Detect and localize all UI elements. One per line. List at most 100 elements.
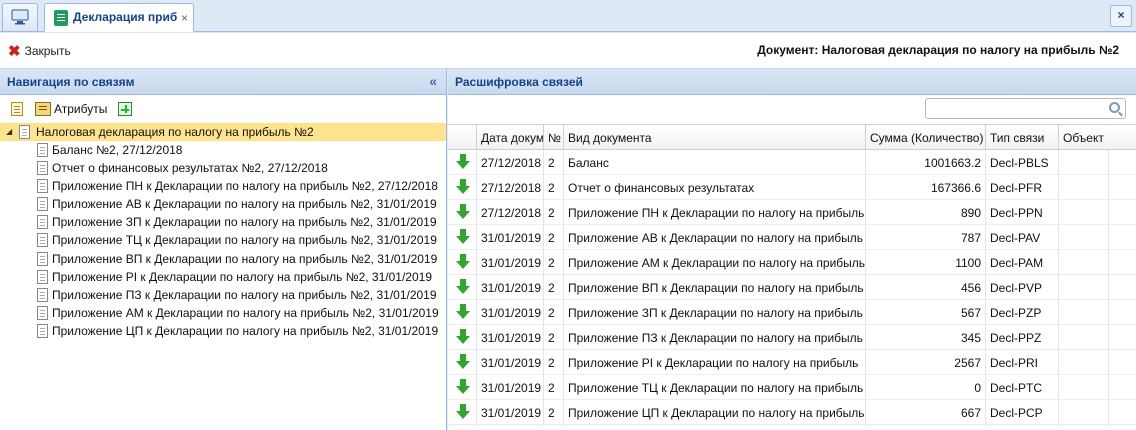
column-header-doc-type[interactable]: Вид документа [563,125,865,150]
table-row[interactable]: 31/01/2019 2 Приложение АВ к Декларации по… [448,225,1136,250]
download-arrow-icon[interactable] [456,379,470,395]
attributes-button[interactable]: Атрибуты [35,101,107,117]
cell-object [1058,150,1108,175]
column-header-link-type[interactable]: Тип связи [985,125,1058,150]
tree-root[interactable]: ◢ Налоговая декларация по налогу на приб… [0,123,446,141]
row-action[interactable] [448,175,476,200]
table-row[interactable]: 31/01/2019 2 Приложение АМ к Декларации по… [448,250,1136,275]
tree-item[interactable]: Отчет о финансовых результатах №2, 27/12… [0,159,446,177]
row-action[interactable] [448,375,476,400]
open-document-button[interactable] [11,101,23,117]
tab-home[interactable] [2,3,38,31]
table-row[interactable]: 31/01/2019 2 Приложение ЗП к Декларации по… [448,300,1136,325]
row-action[interactable] [448,200,476,225]
attributes-icon [35,102,51,116]
cell-object [1058,200,1108,225]
table-row[interactable]: 27/12/2018 2 Отчет о финансовых результата… [448,175,1136,200]
column-header-object[interactable]: Объект [1058,125,1108,150]
table-row[interactable]: 31/01/2019 2 Приложение ТЦ к Декларации по… [448,375,1136,400]
cell-date: 31/01/2019 [476,275,543,300]
cell-doc-type: Приложение ЦП к Декларации по налогу на … [563,400,865,425]
file-icon [37,323,48,338]
download-arrow-icon[interactable] [456,154,470,170]
download-arrow-icon[interactable] [456,304,470,320]
cell-doc-type: Баланс [563,150,865,175]
tree-item[interactable]: Приложение PI к Декларации по налогу на … [0,268,446,286]
table-row[interactable]: 31/01/2019 2 Приложение PI к Декларации по… [448,350,1136,375]
tree-item[interactable]: Баланс №2, 27/12/2018 [0,141,446,159]
cell-number: 2 [543,200,563,225]
toolbar: ✖ Закрыть Документ: Налоговая декларация… [0,33,1136,69]
tree-root-label: Налоговая декларация по налогу на прибыл… [36,125,314,139]
cell-object [1058,250,1108,275]
expand-arrow-icon[interactable]: ◢ [6,127,12,136]
tree-item[interactable]: Приложение ПЗ к Декларации по налогу на … [0,286,446,304]
cell-sum: 167366.6 [865,175,985,200]
search-input[interactable] [925,98,1126,119]
table-row[interactable]: 31/01/2019 2 Приложение ЦП к Декларации по… [448,400,1136,425]
row-action[interactable] [448,250,476,275]
cell-doc-type: Приложение ПЗ к Декларации по налогу на … [563,325,865,350]
document-title: Документ: Налоговая декларация по налогу… [757,43,1119,57]
document-icon [54,10,68,26]
close-button[interactable]: ✖ Закрыть [8,42,71,60]
cell-date: 31/01/2019 [476,250,543,275]
tree-item[interactable]: Приложение АМ к Декларации по налогу на … [0,304,446,322]
table-row[interactable]: 31/01/2019 2 Приложение ПЗ к Декларации по… [448,325,1136,350]
download-arrow-icon[interactable] [456,229,470,245]
cell-link-type: Decl-PAM [985,250,1058,275]
cell-number: 2 [543,175,563,200]
download-arrow-icon[interactable] [456,204,470,220]
column-header-date[interactable]: Дата докум [476,125,543,150]
tree-item-label: Приложение АМ к Декларации по налогу на … [52,305,439,320]
cell-link-type: Decl-PVP [985,275,1058,300]
tree-item[interactable]: Приложение ВП к Декларации по налогу на … [0,250,446,268]
cell-doc-type: Приложение ЗП к Декларации по налогу на … [563,300,865,325]
relations-panel: Расшифровка связей Дата докум № Вид доку… [448,69,1136,430]
cell-link-type: Decl-PPZ [985,325,1058,350]
tab-close-icon[interactable]: × [181,11,188,25]
column-header-number[interactable]: № [543,125,563,150]
tree-item[interactable]: Приложение ТЦ к Декларации по налогу на … [0,231,446,249]
tree-item[interactable]: Приложение ПН к Декларации по налогу на … [0,177,446,195]
table-row[interactable]: 27/12/2018 2 Приложение ПН к Декларации по… [448,200,1136,225]
row-action[interactable] [448,225,476,250]
tree-item-label: Приложение ЦП к Декларации по налогу на … [52,323,439,338]
download-arrow-icon[interactable] [456,179,470,195]
download-arrow-icon[interactable] [456,254,470,270]
row-action[interactable] [448,300,476,325]
tree-item-label: Приложение ЗП к Декларации по налогу на … [52,215,437,230]
download-arrow-icon[interactable] [456,279,470,295]
tree-item-label: Приложение ПН к Декларации по налогу на … [52,179,438,194]
collapse-icon[interactable]: « [429,73,437,89]
cell-date: 27/12/2018 [476,150,543,175]
cell-link-type: Decl-PFR [985,175,1058,200]
cell-sum: 1100 [865,250,985,275]
table-row[interactable]: 31/01/2019 2 Приложение ВП к Декларации по… [448,275,1136,300]
window-close-button[interactable]: × [1110,5,1132,27]
tree-item[interactable]: Приложение АВ к Декларации по налогу на … [0,195,446,213]
download-arrow-icon[interactable] [456,404,470,420]
cell-number: 2 [543,400,563,425]
navigation-toolbar: Атрибуты [0,95,446,123]
row-action[interactable] [448,400,476,425]
tab-declaration[interactable]: Декларация приб × [44,3,194,32]
search-icon[interactable] [1109,102,1120,113]
table-row[interactable]: 27/12/2018 2 Баланс 1001663.2 Decl-PBLS [448,150,1136,175]
tree-item[interactable]: Приложение ЗП к Декларации по налогу на … [0,213,446,231]
download-arrow-icon[interactable] [456,354,470,370]
tree-item[interactable]: Приложение ЦП к Декларации по налогу на … [0,322,446,340]
close-button-label: Закрыть [24,44,71,58]
row-action[interactable] [448,275,476,300]
download-arrow-icon[interactable] [456,329,470,345]
relations-panel-header: Расшифровка связей [448,69,1136,95]
column-header-sum[interactable]: Сумма (Количество) [865,125,985,150]
cell-empty [1108,175,1136,200]
row-action[interactable] [448,325,476,350]
cell-date: 27/12/2018 [476,200,543,225]
row-action[interactable] [448,150,476,175]
cell-date: 31/01/2019 [476,375,543,400]
add-link-button[interactable] [118,101,132,117]
relations-panel-title: Расшифровка связей [455,75,583,89]
row-action[interactable] [448,350,476,375]
